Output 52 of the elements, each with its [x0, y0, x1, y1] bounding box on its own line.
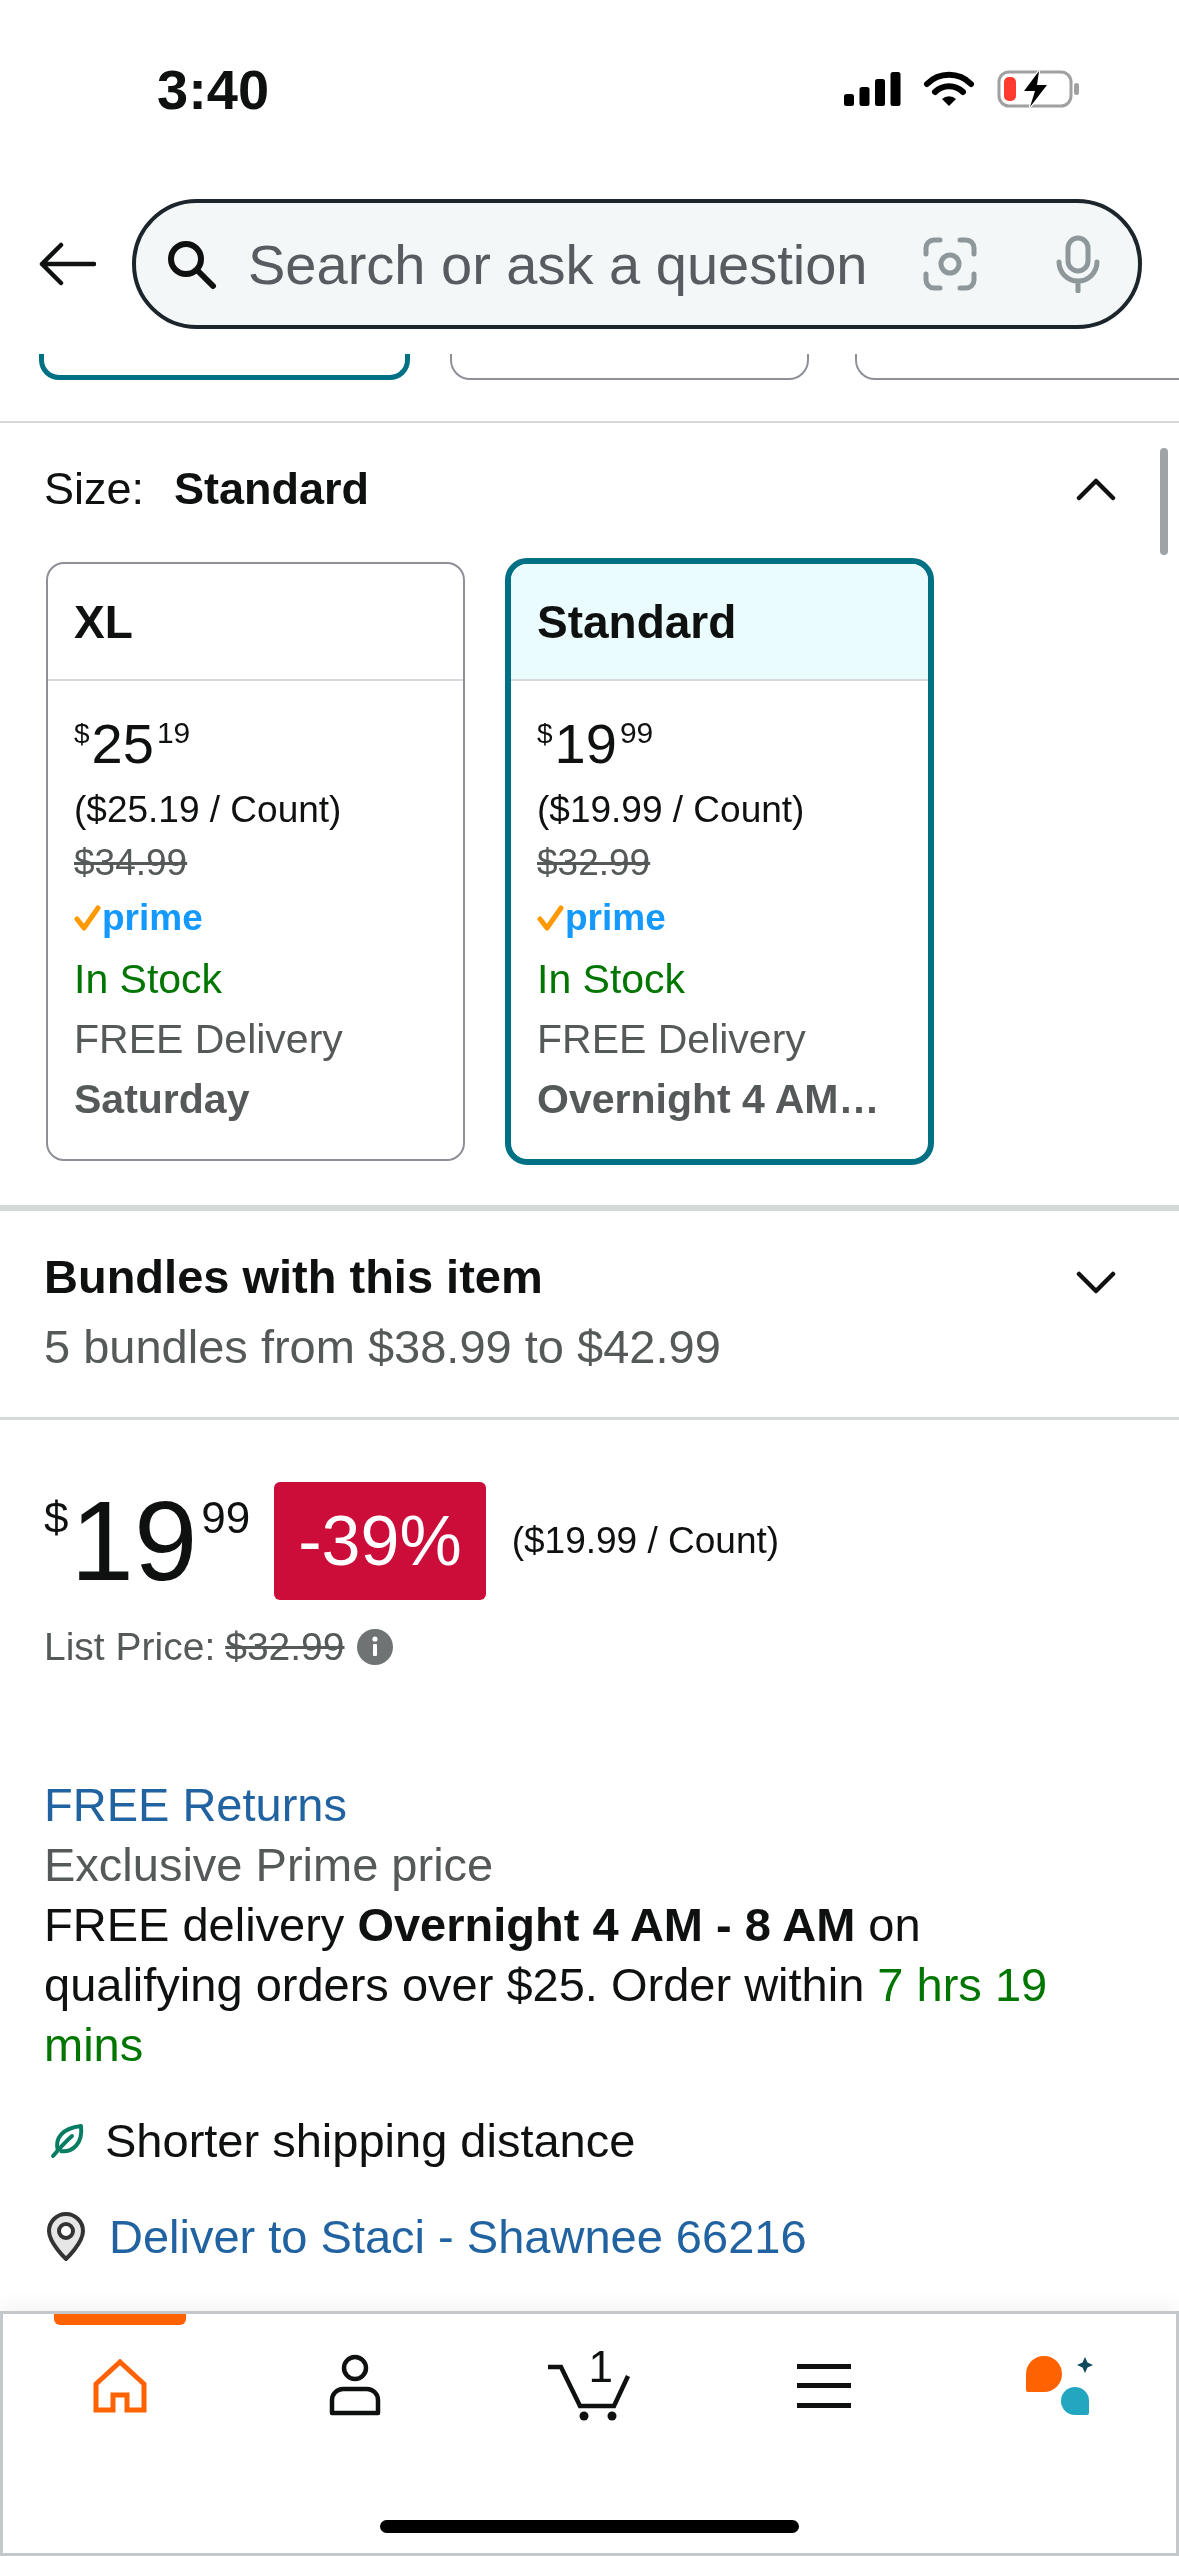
search-input[interactable]: Search or ask a question	[248, 229, 914, 299]
shipping-distance-note: Shorter shipping distance	[105, 2113, 636, 2169]
microphone-icon[interactable]	[1054, 235, 1102, 293]
stock-status: In Stock	[537, 955, 686, 1004]
stock-status: In Stock	[74, 955, 223, 1004]
wifi-icon	[923, 70, 975, 108]
cart-tab[interactable]: 1	[472, 2314, 707, 2427]
status-time: 3:40	[157, 56, 270, 122]
unit-price: ($19.99 / Count)	[511, 1520, 780, 1562]
option-button[interactable]	[450, 354, 809, 380]
search-icon	[166, 238, 217, 290]
size-option-title: Standard	[511, 564, 928, 681]
size-label: Size:	[44, 463, 145, 515]
battery-icon	[997, 69, 1081, 109]
deliver-to-link[interactable]: Deliver to Staci - Shawnee 66216	[109, 2207, 807, 2267]
unit-price: ($25.19 / Count)	[74, 788, 342, 832]
list-price: $34.99	[74, 841, 188, 885]
camera-icon[interactable]	[922, 236, 978, 292]
search-field[interactable]: Search or ask a question	[132, 199, 1142, 329]
check-icon	[537, 904, 564, 932]
menu-icon	[797, 2364, 852, 2408]
leaf-icon	[49, 2123, 85, 2159]
back-arrow-icon[interactable]	[38, 242, 96, 286]
location-pin-icon	[45, 2212, 87, 2262]
chevron-up-icon[interactable]	[1076, 477, 1116, 501]
prime-price-note: Exclusive Prime price	[44, 1837, 494, 1893]
list-price-label: List Price:	[44, 1625, 216, 1669]
home-icon	[92, 2359, 149, 2413]
prime-label: prime	[102, 896, 203, 940]
discount-badge: -39%	[274, 1482, 486, 1600]
person-icon	[327, 2354, 382, 2418]
info-icon[interactable]	[356, 1629, 393, 1665]
free-returns-link[interactable]: FREE Returns	[44, 1775, 347, 1835]
check-icon	[74, 904, 101, 932]
option-button[interactable]	[855, 354, 1179, 380]
selected-size: Standard	[174, 463, 370, 515]
size-option-title: XL	[48, 564, 463, 681]
list-price: $32.99	[537, 841, 651, 885]
unit-price: ($19.99 / Count)	[537, 788, 805, 832]
delivery-label: FREE Delivery	[74, 1015, 343, 1064]
delivery-date: Saturday	[74, 1075, 250, 1124]
cart-count: 1	[588, 2345, 613, 2389]
signal-icon	[844, 72, 901, 106]
bundles-title: Bundles with this item	[44, 1249, 543, 1305]
delivery-label: FREE Delivery	[537, 1015, 806, 1064]
chevron-down-icon[interactable]	[1076, 1271, 1116, 1295]
list-price: $32.99	[225, 1625, 345, 1669]
option-button[interactable]	[39, 354, 410, 380]
prime-label: prime	[565, 896, 666, 940]
bundles-summary: 5 bundles from $38.99 to $42.99	[44, 1319, 721, 1375]
delivery-date: Overnight 4 AM…	[537, 1075, 880, 1124]
delivery-message: FREE delivery Overnight 4 AM - 8 AM on qualifying orders over $25. Order within 7 hrs 19 mins	[44, 1897, 1049, 2073]
